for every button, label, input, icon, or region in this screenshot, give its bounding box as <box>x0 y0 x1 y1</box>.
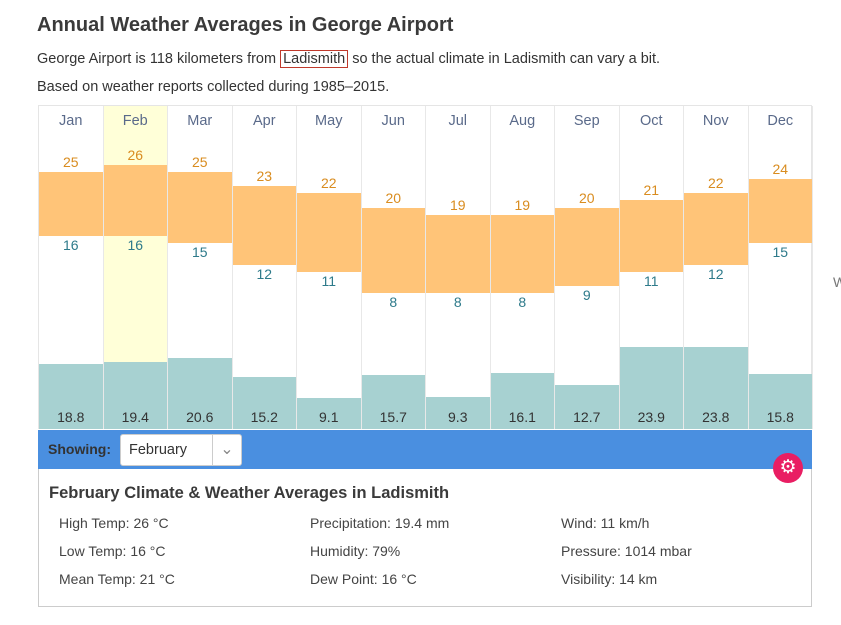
month-column-apr[interactable]: Apr 23 12 15.2 <box>232 106 297 429</box>
details-panel: February Climate & Weather Averages in L… <box>38 469 812 607</box>
month-label: Jul <box>448 113 468 129</box>
high-temp-label: 20 <box>385 189 402 206</box>
precip-label: 23.9 <box>637 409 665 425</box>
month-label: Oct <box>639 113 663 129</box>
month-column-feb[interactable]: Feb 26 16 19.4 <box>103 106 168 429</box>
month-label: Jan <box>59 113 83 129</box>
low-temp-label: 15 <box>772 244 789 261</box>
high-temp-label: 22 <box>707 175 724 192</box>
low-temp-label: 8 <box>518 294 527 311</box>
low-temp-label: 12 <box>256 265 273 282</box>
climate-chart: Jan 25 16 18.8 Feb 26 16 19.4 Mar 25 15 20.6 Apr 23 12… <box>38 105 813 429</box>
chevron-down-icon: ⌄ <box>212 435 241 465</box>
temp-range-bar <box>684 193 748 265</box>
month-label: Sep <box>573 113 600 129</box>
month-column-jun[interactable]: Jun 20 8 15.7 <box>361 106 426 429</box>
temp-range-bar <box>39 172 103 237</box>
ladismith-link[interactable]: Ladismith <box>280 50 349 68</box>
detail-field: Precipitation: 19.4 mm <box>310 515 450 531</box>
high-temp-label: 25 <box>191 154 208 170</box>
month-label: May <box>315 113 343 129</box>
month-label: Mar <box>187 113 213 129</box>
month-label: Apr <box>252 113 276 129</box>
detail-field: Visibility: 14 km <box>561 571 658 587</box>
temp-range-bar <box>168 172 232 244</box>
high-temp-label: 25 <box>62 154 79 170</box>
high-temp-label: 22 <box>320 175 337 192</box>
low-temp-label: 16 <box>127 237 144 254</box>
temp-range-bar <box>103 164 167 237</box>
high-temp-label: 20 <box>578 189 595 206</box>
low-temp-label: 8 <box>389 294 398 311</box>
showing-bar: Showing: February ⌄ <box>38 430 812 469</box>
page-title: Annual Weather Averages in George Airpor… <box>37 14 454 36</box>
detail-field: Humidity: 79% <box>310 543 401 559</box>
intro-text: George Airport is 118 kilometers from La… <box>37 50 661 68</box>
month-select-value: February <box>129 442 188 458</box>
low-temp-label: 9 <box>582 286 591 303</box>
month-label: Aug <box>509 113 536 129</box>
basis-text: Based on weather reports collected durin… <box>37 79 390 95</box>
low-temp-label: 12 <box>707 265 724 282</box>
month-label: Dec <box>767 113 794 129</box>
high-temp-label: 23 <box>256 168 273 185</box>
detail-field: Low Temp: 16 °C <box>59 543 166 559</box>
temp-range-bar <box>748 179 812 244</box>
month-column-may[interactable]: May 22 11 9.1 <box>297 106 362 429</box>
precip-label: 20.6 <box>186 409 214 425</box>
month-column-jan[interactable]: Jan 25 16 18.8 <box>39 106 104 429</box>
temp-range-bar <box>297 193 361 272</box>
intro-after: so the actual climate in Ladismith can v… <box>348 51 661 67</box>
temp-range-bar <box>619 200 683 272</box>
month-column-aug[interactable]: Aug 19 8 16.1 <box>490 106 555 429</box>
month-column-oct[interactable]: Oct 21 11 23.9 <box>619 106 684 429</box>
low-temp-label: 16 <box>62 237 79 254</box>
detail-field: Mean Temp: 21 °C <box>59 571 175 587</box>
high-temp-label: 26 <box>127 146 144 163</box>
month-column-jul[interactable]: Jul 19 8 9.3 <box>426 106 491 429</box>
precip-label: 23.8 <box>702 409 730 425</box>
temp-range-bar <box>426 214 490 294</box>
low-temp-label: 11 <box>643 272 659 289</box>
precip-label: 15.2 <box>250 409 278 425</box>
precip-label: 16.1 <box>508 409 536 425</box>
showing-label: Showing: <box>48 441 111 457</box>
precip-label: 12.7 <box>573 409 601 425</box>
precip-label: 19.4 <box>121 409 149 425</box>
precip-label: 9.3 <box>448 409 468 425</box>
month-label: Feb <box>122 113 148 129</box>
month-select[interactable]: February ⌄ <box>120 434 242 466</box>
month-column-sep[interactable]: Sep 20 9 12.7 <box>555 106 620 429</box>
high-temp-label: 24 <box>772 161 789 178</box>
side-text: W <box>833 274 841 290</box>
temp-range-bar <box>555 207 619 286</box>
month-column-mar[interactable]: Mar 25 15 20.6 <box>168 106 233 429</box>
low-temp-label: 11 <box>321 272 337 289</box>
precip-label: 9.1 <box>319 409 339 425</box>
detail-field: Pressure: 1014 mbar <box>561 543 692 559</box>
high-temp-label: 19 <box>514 196 531 213</box>
detail-field: Dew Point: 16 °C <box>310 571 417 587</box>
month-column-dec[interactable]: Dec 24 15 15.8 <box>748 106 813 429</box>
precip-label: 15.7 <box>379 409 407 425</box>
month-label: Jun <box>381 113 405 129</box>
detail-field: Wind: 11 km/h <box>561 515 650 531</box>
high-temp-label: 21 <box>643 182 660 199</box>
low-temp-label: 8 <box>453 294 462 311</box>
month-column-nov[interactable]: Nov 22 12 23.8 <box>684 106 749 429</box>
intro-before: George Airport is 118 kilometers from <box>37 51 281 67</box>
high-temp-label: 19 <box>449 196 466 213</box>
temp-range-bar <box>490 214 554 294</box>
precip-label: 18.8 <box>57 409 85 425</box>
low-temp-label: 15 <box>191 244 208 261</box>
temp-range-bar <box>232 186 296 265</box>
details-title: February Climate & Weather Averages in L… <box>49 484 450 502</box>
detail-field: High Temp: 26 °C <box>59 515 169 531</box>
temp-range-bar <box>361 207 425 294</box>
month-label: Nov <box>702 113 729 129</box>
precip-label: 15.8 <box>766 409 794 425</box>
